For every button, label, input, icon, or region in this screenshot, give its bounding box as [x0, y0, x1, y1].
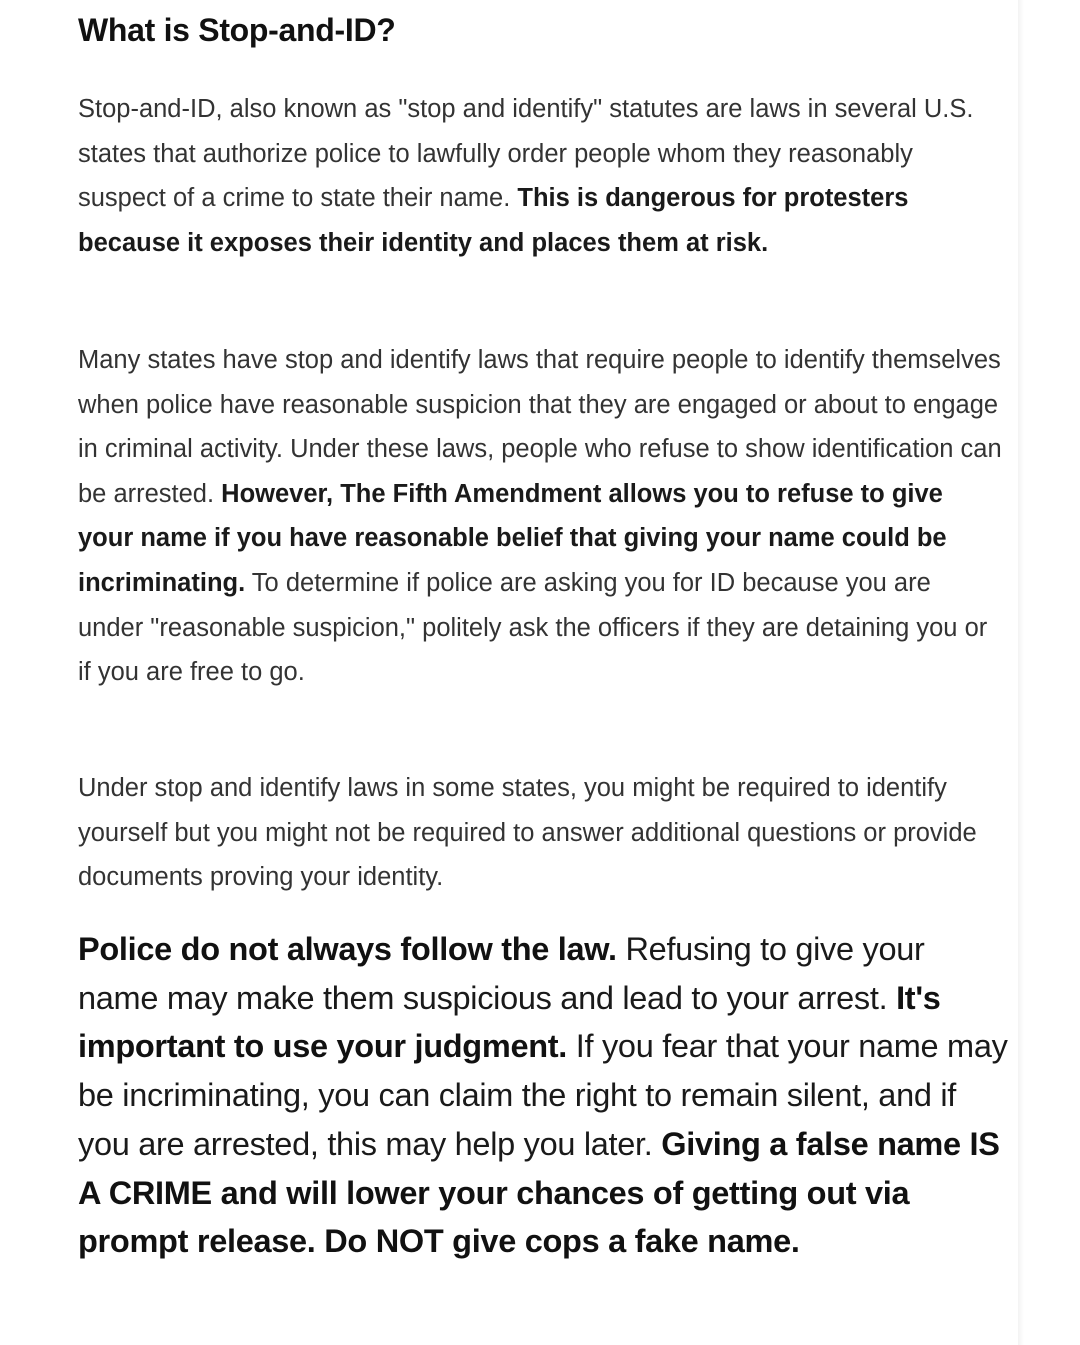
- paragraph-police-warning: Police do not always follow the law. Ref…: [78, 925, 1008, 1266]
- paragraph-stop-and-id-definition: Stop-and-ID, also known as "stop and ide…: [78, 87, 1003, 265]
- article-heading: What is Stop-and-ID?: [78, 12, 396, 48]
- paragraph-state-laws: Many states have stop and identify laws …: [78, 338, 1003, 695]
- page-edge: [1018, 0, 1024, 1345]
- paragraph-bold-text: Police do not always follow the law.: [78, 931, 617, 967]
- paragraph-text: Under stop and identify laws in some sta…: [78, 774, 977, 892]
- paragraph-identify-requirements: Under stop and identify laws in some sta…: [78, 766, 1003, 900]
